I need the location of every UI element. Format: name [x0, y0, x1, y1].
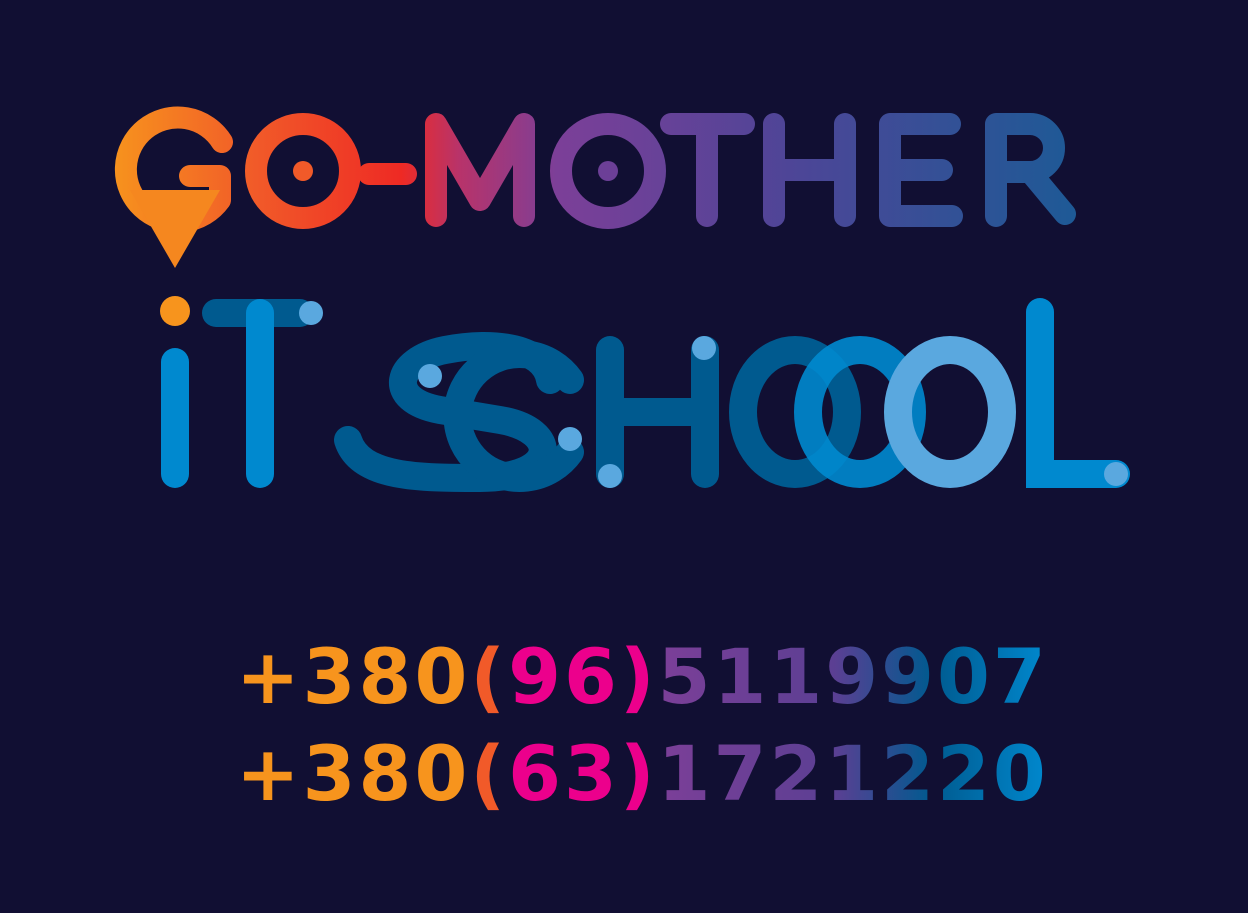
it-school-wordmark [160, 296, 1130, 493]
phone-area-code: 96 [508, 632, 620, 721]
phone-local-number: 1721220 [658, 725, 1049, 822]
phone-prefix: +380 [236, 632, 471, 721]
phone-open-paren: ( [470, 632, 509, 721]
phone-numbers: +380(96)5119907 +380(63)1721220 [236, 628, 1046, 822]
phone-local-number: 5119907 [658, 628, 1049, 725]
phone-open-paren: ( [470, 729, 509, 818]
phone-prefix: +380 [236, 729, 471, 818]
phone-close-paren: ) [619, 729, 658, 818]
go-mother-it-school-logo [0, 0, 1248, 560]
go-mother-wordmark [114, 106, 1076, 268]
i-dot-orange [160, 296, 190, 326]
phone-number-1[interactable]: +380(96)5119907 [236, 628, 1046, 725]
phone-close-paren: ) [619, 632, 658, 721]
phone-area-code: 63 [508, 729, 620, 818]
phone-number-2[interactable]: +380(63)1721220 [236, 725, 1046, 822]
logo-artwork [114, 106, 1130, 493]
